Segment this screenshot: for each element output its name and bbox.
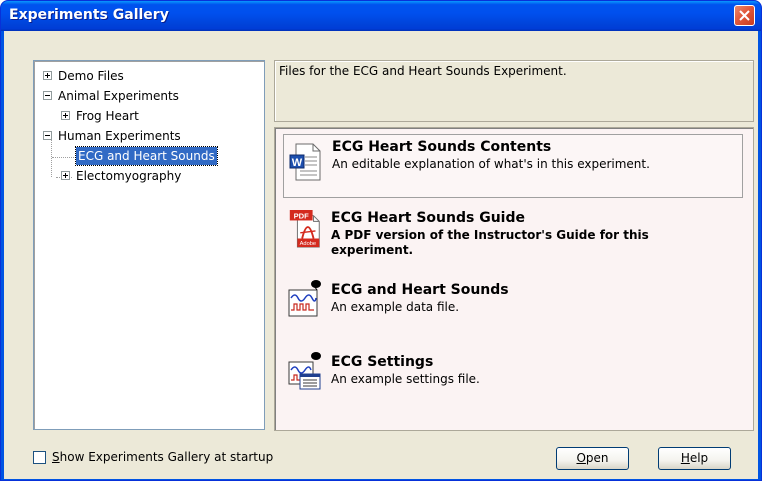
collapse-minus-icon[interactable] (43, 91, 52, 100)
close-icon (739, 10, 750, 21)
tree-item-demo-files[interactable]: Demo Files (34, 67, 262, 85)
open-button[interactable]: Open (556, 447, 629, 470)
startup-checkbox[interactable] (33, 451, 46, 464)
close-button[interactable] (734, 5, 755, 26)
button-label: elp (689, 451, 709, 465)
tree-item-label: Frog Heart (76, 109, 139, 123)
expand-plus-icon[interactable] (61, 171, 70, 180)
file-item-data[interactable]: ECG and Heart Sounds An example data fil… (283, 278, 743, 342)
description-text: Files for the ECG and Heart Sounds Exper… (279, 64, 567, 78)
collapse-minus-icon[interactable] (43, 131, 52, 140)
settings-file-icon (288, 352, 321, 390)
file-title: ECG and Heart Sounds (331, 282, 509, 298)
svg-text:Adobe: Adobe (300, 241, 316, 247)
file-description: A PDF version of the Instructor's Guide … (331, 228, 649, 257)
tree-item-label: Human Experiments (58, 129, 181, 143)
description-panel: Files for the ECG and Heart Sounds Exper… (274, 60, 754, 122)
file-title: ECG Settings (331, 354, 434, 370)
data-file-icon (288, 280, 321, 317)
files-list[interactable]: W ECG Heart Sounds Contents An editable … (274, 127, 754, 431)
experiments-gallery-window: Experiments Gallery Demo Files Animal Ex… (0, 0, 762, 481)
file-title: ECG Heart Sounds Contents (332, 139, 552, 155)
mnemonic-letter: H (680, 451, 690, 465)
tree-item-label: Electomyography (76, 169, 182, 183)
startup-checkbox-label[interactable]: Show Experiments Gallery at startup (52, 450, 273, 464)
help-button[interactable]: Help (658, 447, 731, 470)
file-item-guide[interactable]: PDF Adobe ECG Heart Sounds Guide A PDF v… (283, 206, 743, 270)
tree-item-label: ECG and Heart Sounds (75, 146, 218, 166)
pdf-document-icon: PDF Adobe (289, 210, 320, 248)
expand-plus-icon[interactable] (43, 71, 52, 80)
svg-text:PDF: PDF (294, 212, 310, 221)
file-item-settings[interactable]: ECG Settings An example settings file. (283, 350, 743, 414)
svg-text:W: W (292, 157, 303, 169)
tree-item-frog-heart[interactable]: Frog Heart (34, 107, 262, 125)
tree-item-electomyography[interactable]: Electomyography (34, 167, 262, 185)
file-description: An example data file. (331, 300, 460, 314)
title-bar[interactable]: Experiments Gallery (1, 1, 761, 31)
checkbox-label-text: how Experiments Gallery at startup (59, 450, 274, 464)
tree-item-animal-experiments[interactable]: Animal Experiments (34, 87, 262, 105)
file-title: ECG Heart Sounds Guide (331, 210, 525, 226)
experiments-tree[interactable]: Demo Files Animal Experiments Frog Heart… (33, 60, 265, 430)
tree-item-label: Animal Experiments (58, 89, 179, 103)
expand-plus-icon[interactable] (61, 111, 70, 120)
tree-item-ecg-and-heart-sounds[interactable]: ECG and Heart Sounds (34, 146, 262, 166)
tree-item-label: Demo Files (58, 69, 124, 83)
file-description: An editable explanation of what's in thi… (332, 157, 650, 171)
mnemonic-letter: S (52, 450, 60, 464)
file-item-contents[interactable]: W ECG Heart Sounds Contents An editable … (283, 134, 743, 198)
window-title: Experiments Gallery (9, 7, 169, 23)
file-description: An example settings file. (331, 372, 480, 386)
mnemonic-letter: O (576, 451, 586, 465)
tree-item-human-experiments[interactable]: Human Experiments (34, 127, 262, 145)
word-document-icon: W (289, 143, 321, 181)
button-label: pen (585, 451, 609, 465)
dialog-client-area: Demo Files Animal Experiments Frog Heart… (4, 31, 758, 479)
